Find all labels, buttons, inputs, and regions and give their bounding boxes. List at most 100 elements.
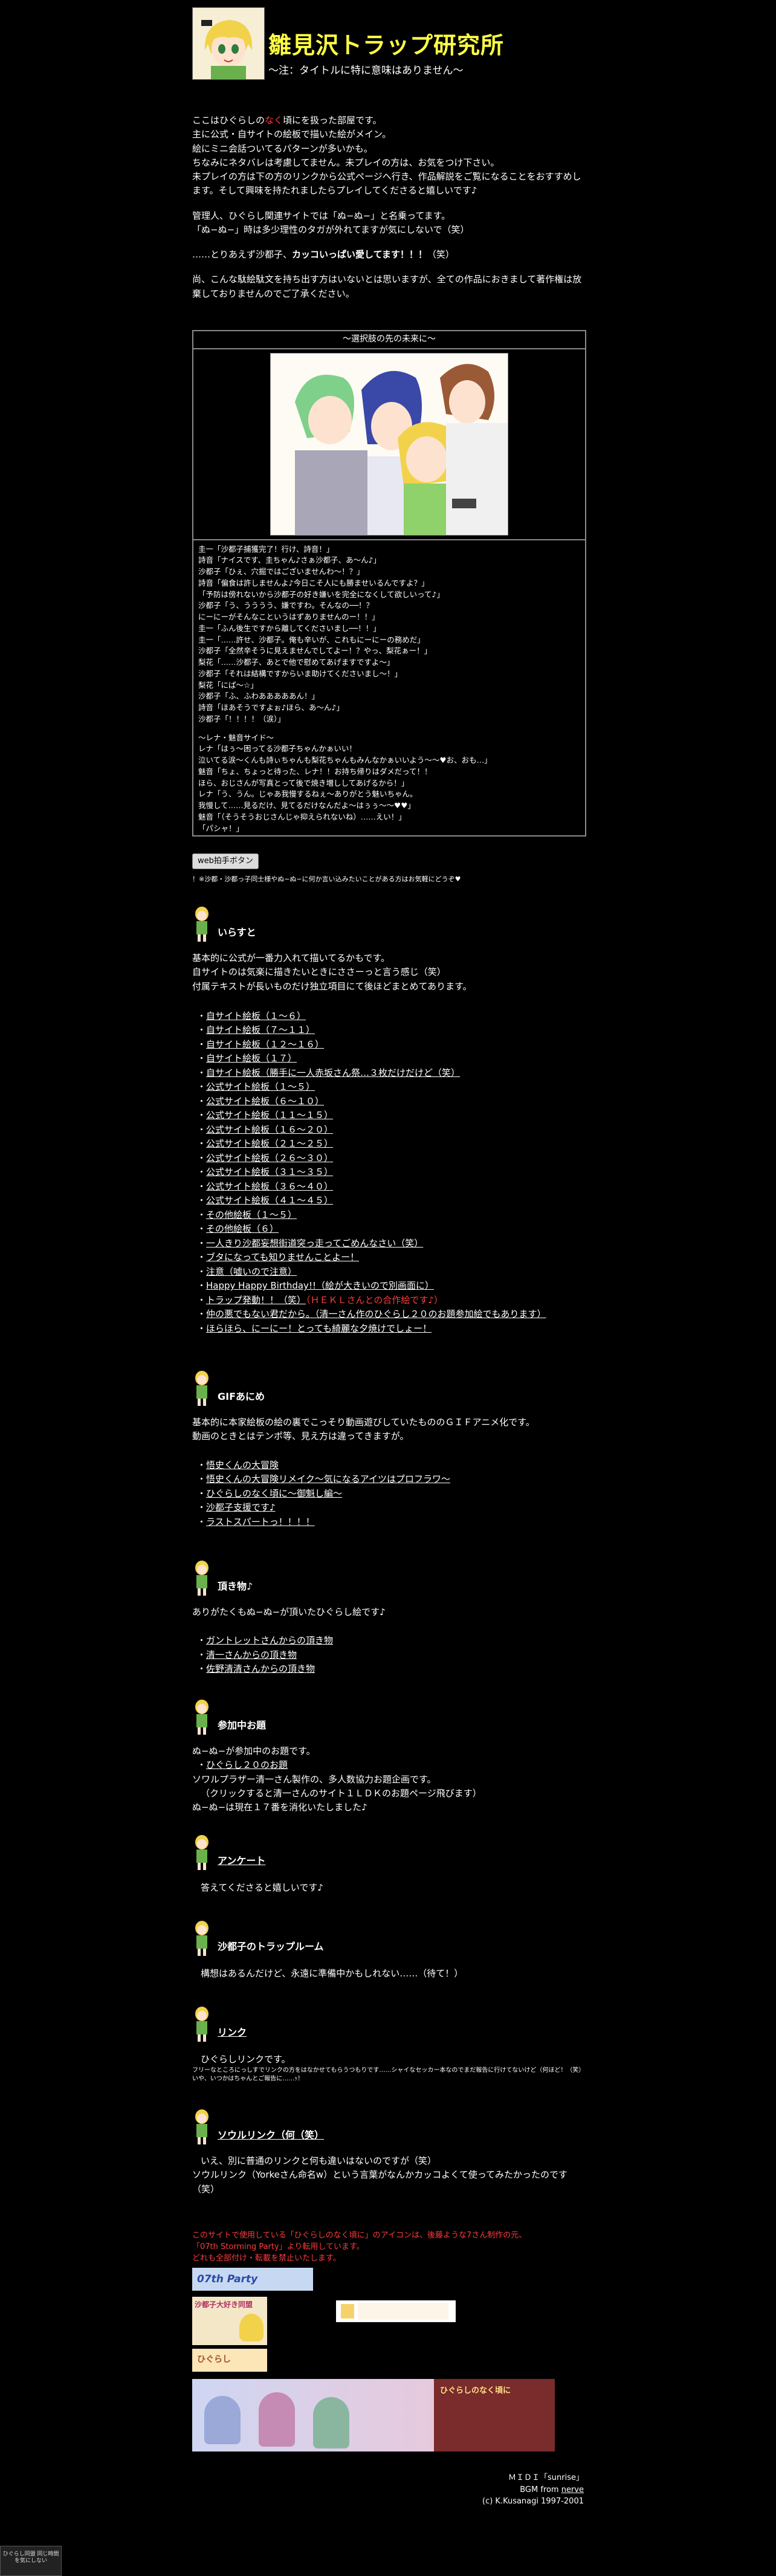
irasuto-link[interactable]: 公式サイト絵板（１６〜２０）: [206, 1124, 333, 1135]
desc-line: ソウルリンク（Yorkeさん命名w）という言葉がなんかカッコよくて使ってみたかっ…: [192, 2169, 567, 2195]
enquete-link[interactable]: アンケート: [218, 1854, 265, 1869]
site-logo: [192, 7, 265, 80]
trap-link[interactable]: トラップ発動！！（笑）: [206, 1295, 306, 1306]
gift-link[interactable]: 佐野清清さんからの頂き物: [206, 1663, 315, 1674]
link-page-link[interactable]: リンク: [218, 2025, 247, 2040]
dialogue-line: レナ「う、うん。じゃあ我慢するねぇ〜ありがとう魅いちゃん。: [198, 789, 418, 799]
section-title: 沙都子のトラップルーム: [218, 1941, 324, 1953]
gift-link[interactable]: 清一さんからの頂き物: [206, 1649, 297, 1660]
list-item: 公式サイト絵板（２１〜２５）: [197, 1137, 584, 1151]
section-desc: 基本的に本家絵板の絵の裏でこっそり動画遊びしていたもののＧＩＦアニメ化です。 動…: [192, 1416, 584, 1444]
section-desc: 答えてくださると嬉しいです♪: [201, 1882, 323, 1893]
irasuto-link[interactable]: ブタになっても知りませんことよー！: [206, 1252, 359, 1263]
site-title: 雛見沢トラップ研究所: [268, 32, 505, 59]
desc-line: ソワルプラザー清一さん製作の、多人数協力お題企画です。: [192, 1773, 436, 1785]
list-item: ひぐらしのなく頃に〜御魁し編〜: [197, 1487, 584, 1501]
dialogue-line: 沙都子「ひぇ、穴掘ではございませんわ〜！？」: [198, 567, 364, 577]
sanka-link-list: ひぐらし２０のお題: [192, 1758, 584, 1773]
dialogue-line: 沙都子「それは結構ですからいま助けてくださいまし〜！」: [198, 668, 403, 678]
irasuto-link[interactable]: 注意（嘘いので注意）: [206, 1266, 297, 1277]
irasuto-link[interactable]: 自サイト絵板（１〜６）: [206, 1011, 306, 1021]
banner-07th-party[interactable]: 07th Party: [192, 2268, 313, 2291]
list-item: ひぐらし２０のお題: [197, 1758, 584, 1773]
dialogue-line: 詩音「ほあそうですよぉ♪ほら、あ〜ん♪」: [198, 703, 344, 713]
gift-link[interactable]: ガントレットさんからの頂き物: [206, 1635, 333, 1646]
web-clap-button[interactable]: web拍手ボタン: [192, 853, 259, 870]
gif-link[interactable]: ラストスパートっ！！！！: [206, 1516, 315, 1527]
featured-illustration[interactable]: [270, 352, 508, 536]
gif-link-list: 悟史くんの大冒険悟史くんの大冒険リメイク〜気になるアイツはプロフラワ〜ひぐらしの…: [192, 1458, 584, 1530]
list-item: 自サイト絵板（１２〜１６）: [197, 1038, 584, 1052]
gif-link[interactable]: 悟史くんの大冒険: [206, 1460, 279, 1471]
footer-text: BGM from: [520, 2485, 561, 2494]
irasuto-link[interactable]: 公式サイト絵板（１〜５）: [206, 1081, 315, 1092]
irasuto-link[interactable]: 公式サイト絵板（４１〜４５）: [206, 1195, 333, 1206]
itadaki-link-list: ガントレットさんからの頂き物清一さんからの頂き物佐野清清さんからの頂き物: [192, 1634, 584, 1677]
irasuto-link[interactable]: 自サイト絵板（勝手に一人赤坂さん祭…３枚だけだけど（笑）: [206, 1067, 460, 1078]
dialogue-line: にーにーがそんなこというはずありませんのー！！」: [198, 612, 380, 622]
list-item: ラストスパートっ！！！！: [197, 1515, 584, 1530]
section-header: GIFあにめ: [192, 1367, 584, 1407]
credits: このサイトで使用している「ひぐらしのなく頃に」のアイコンは、後藤ような7さん制作…: [192, 2230, 584, 2265]
banner-higurashi[interactable]: ひぐらし: [192, 2349, 267, 2372]
gif-link[interactable]: 悟史くんの大冒険リメイク〜気になるアイツはプロフラワ〜: [206, 1474, 450, 1484]
intro-text: 絵にミニ会話ついてるパターンが多いかも。: [192, 143, 373, 154]
footer-midi: ＭＩＤＩ「sunrise」: [508, 2473, 584, 2482]
irasuto-link[interactable]: 自サイト絵板（１２〜１６）: [206, 1039, 324, 1050]
list-item: トラップ発動！！（笑）（ＨＥＫＬさんとの合作絵です♪）: [197, 1293, 584, 1308]
list-item: 公式サイト絵板（１〜５）: [197, 1080, 584, 1095]
site-subtitle: 〜注：タイトルに特に意味はありません〜: [268, 65, 464, 77]
banner-large[interactable]: ひぐらしのなく頃に: [192, 2379, 555, 2451]
irasuto-link[interactable]: 仲の悪でもない君だから。（清一さん作のひぐらし２０のお題参加絵でもあります）: [206, 1309, 546, 1319]
banner-label: 沙都子大好き同盟: [195, 2300, 253, 2309]
gif-link[interactable]: 沙都子支援です♪: [206, 1502, 276, 1513]
irasuto-link[interactable]: 公式サイト絵板（３１〜３５）: [206, 1167, 333, 1177]
banner-character: [239, 2314, 264, 2341]
banner-character: [313, 2397, 349, 2448]
list-item: Happy Happy Birthday!!（絵が大きいので別画面に）: [197, 1279, 584, 1293]
dialogue-group: 〜レナ・魅音サイド〜 レナ「はぅ〜困ってる沙都子ちゃんかぁいい！ 泣いてる涙〜くんも…: [198, 733, 580, 835]
irasuto-link[interactable]: ほらほら、にーにー！とっても綺麗な夕焼けでしょー！: [206, 1323, 432, 1334]
intro-text: ……とりあえず沙都子、: [192, 249, 293, 260]
list-item: 自サイト絵板（７〜１１）: [197, 1023, 584, 1038]
irasuto-link[interactable]: 公式サイト絵板（１１〜１５）: [206, 1110, 333, 1121]
list-item: 悟史くんの大冒険リメイク〜気になるアイツはプロフラワ〜: [197, 1472, 584, 1487]
irasuto-link[interactable]: 公式サイト絵板（３６〜４０）: [206, 1181, 333, 1192]
section-itadaki: 頂き物♪ ありがたくもぬ−ぬ−が頂いたひぐらし絵です♪ ガントレットさんからの頂…: [192, 1557, 584, 1677]
irasuto-link[interactable]: 公式サイト絵板（２６〜３０）: [206, 1153, 333, 1163]
list-item: 悟史くんの大冒険: [197, 1458, 584, 1473]
banner-white[interactable]: [336, 2300, 456, 2322]
irasuto-link[interactable]: その他絵板（１〜５）: [206, 1209, 297, 1220]
banner-label: 07th Party: [197, 2273, 258, 2285]
gif-link[interactable]: ひぐらしのなく頃に〜御魁し編〜: [206, 1488, 342, 1499]
list-item: 自サイト絵板（１〜６）: [197, 1009, 584, 1024]
footer-bgm: BGM from nerve: [482, 2484, 584, 2496]
dialogue-line: 沙都子「ふ、ふわあああああん！」: [198, 691, 320, 701]
dialogue-line: 詩音「偏食は許しませんよ♪今日こそ人にも勝ませいるんですよ？」: [198, 578, 429, 587]
tiny-note: いや、いつかはちゃんとご報告に……ｯ！: [192, 2076, 304, 2083]
irasuto-link[interactable]: Happy Happy Birthday!!（絵が大きいので別画面に）: [206, 1280, 434, 1291]
dialogue-line: 梨花「にぱ〜☆」: [198, 680, 258, 690]
dialogue-line: 泣いてる涙〜くんも詩ぃちゃんも梨花ちゃんもみんなかぁいいよう〜〜♥お、おも…」: [198, 756, 492, 765]
dialogue-line: 圭一「……許せ、沙都子。俺も辛いが、これもにーにーの務めだ」: [198, 635, 425, 644]
irasuto-link[interactable]: 一人きり沙都妄想街道突っ走ってごめんなさい（笑）: [206, 1238, 423, 1249]
list-item: 佐野清清さんからの頂き物: [197, 1662, 584, 1677]
section-link: リンク ひぐらしリンクです。 フリーなところにっしすでリンクの方をはなかせてもら…: [192, 2003, 584, 2083]
irasuto-link[interactable]: 自サイト絵板（７〜１１）: [206, 1024, 315, 1035]
desc-line: 基本的に公式が一番力入れて描いてるかもです。: [192, 953, 390, 963]
irasuto-link[interactable]: 公式サイト絵板（６〜１０）: [206, 1096, 324, 1107]
nerve-link[interactable]: nerve: [561, 2485, 584, 2494]
corner-badge[interactable]: ひぐらし同盟 同じ時間を気にしない: [0, 2546, 62, 2576]
odai-link[interactable]: ひぐらし２０のお題: [206, 1759, 288, 1770]
intro-text: （笑）: [427, 249, 454, 260]
list-item: 公式サイト絵板（３１〜３５）: [197, 1165, 584, 1180]
irasuto-link[interactable]: 自サイト絵板（１７）: [206, 1053, 297, 1064]
intro-paragraph-3: ……とりあえず沙都子、カッコいっぱい愛してます！！！（笑）: [192, 248, 584, 262]
desc-line: 動画のときとはテンポ等、見え方は違ってきますが。: [192, 1431, 409, 1442]
irasuto-link[interactable]: その他絵板（６）: [206, 1223, 279, 1234]
list-item: 一人きり沙都妄想街道突っ走ってごめんなさい（笑）: [197, 1237, 584, 1251]
irasuto-link[interactable]: 公式サイト絵板（２１〜２５）: [206, 1138, 333, 1149]
intro-paragraph-2: 管理人、ひぐらし関連サイトでは「ぬ−ぬ−」と名乗ってます。 「ぬ−ぬ−」時は多少…: [192, 209, 584, 238]
banner-satoko-doumei[interactable]: 沙都子大好き同盟: [192, 2297, 267, 2345]
soul-link-link[interactable]: ソウルリンク（何（笑）: [218, 2128, 324, 2143]
